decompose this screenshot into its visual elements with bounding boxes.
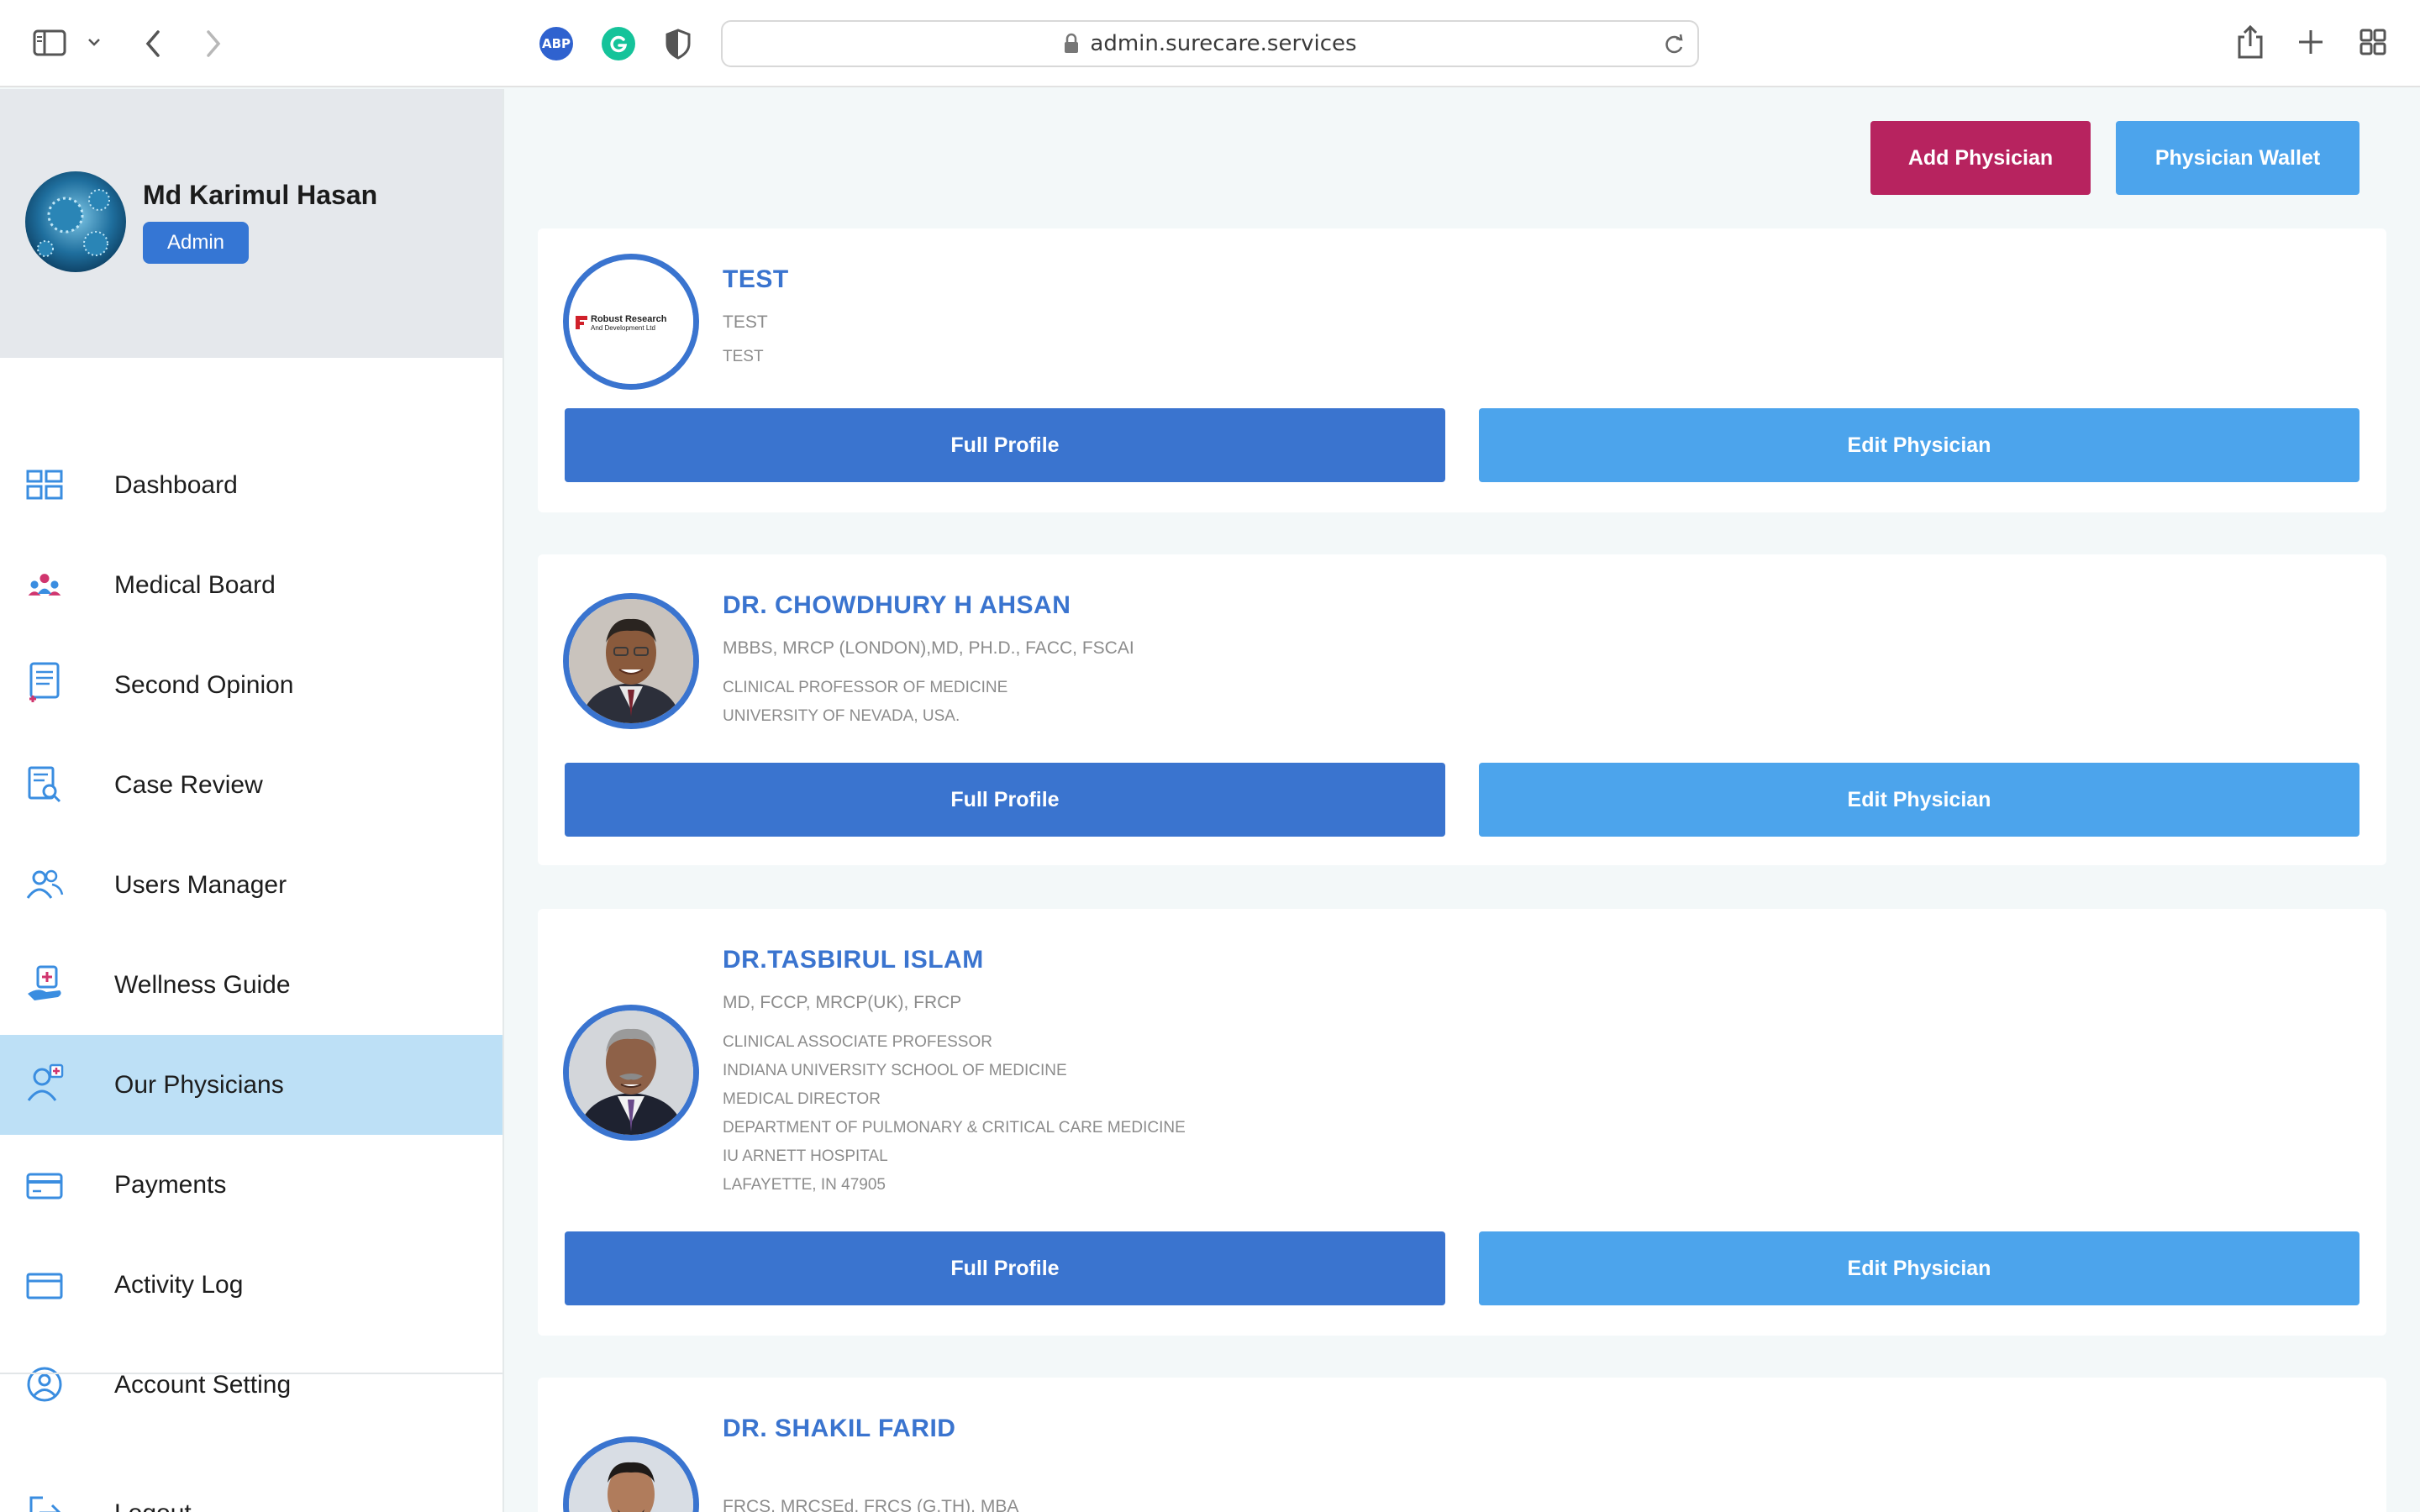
full-profile-button[interactable]: Full Profile [565, 408, 1445, 482]
chevron-down-icon[interactable] [86, 34, 103, 50]
browser-toolbar: ABP admin.surecare.services [0, 0, 2420, 87]
sidebar-item-our-physicians[interactable]: Our Physicians [0, 1035, 502, 1135]
full-profile-button[interactable]: Full Profile [565, 1231, 1445, 1305]
physicians-icon [25, 1063, 64, 1102]
physician-detail-line: CLINICAL ASSOCIATE PROFESSOR [723, 1033, 992, 1051]
physician-detail-line: UNIVERSITY OF NEVADA, USA. [723, 707, 960, 725]
new-tab-icon[interactable] [2296, 27, 2326, 57]
sidebar-item-dashboard[interactable]: Dashboard [0, 435, 502, 535]
dashboard-icon [25, 465, 64, 504]
url-text: admin.surecare.services [1090, 31, 1357, 56]
sidebar-item-label: Second Opinion [114, 670, 294, 699]
physician-name[interactable]: DR. CHOWDHURY H AHSAN [723, 591, 1071, 620]
physician-detail-line: MEDICAL DIRECTOR [723, 1090, 881, 1108]
physician-detail-line: IU ARNETT HOSPITAL [723, 1147, 888, 1165]
sidebar-item-label: Payments [114, 1170, 227, 1199]
physician-photo [563, 1436, 699, 1512]
physician-card: Robust Research And Development Ltd TEST… [538, 228, 2386, 512]
sidebar-item-label: Logout [114, 1499, 192, 1512]
edit-physician-button[interactable]: Edit Physician [1479, 1231, 2360, 1305]
full-profile-button[interactable]: Full Profile [565, 763, 1445, 837]
medical-board-icon [25, 565, 64, 604]
physician-card: DR. CHOWDHURY H AHSAN MBBS, MRCP (LONDON… [538, 554, 2386, 865]
svg-text:Robust Research: Robust Research [591, 314, 667, 324]
sidebar-item-label: Dashboard [114, 470, 238, 499]
physician-card: DR. SHAKIL FARID FRCS, MRCSEd, FRCS (G.T… [538, 1378, 2386, 1512]
sidebar-divider [0, 1373, 502, 1374]
physician-detail-line: DEPARTMENT OF PULMONARY & CRITICAL CARE … [723, 1119, 1186, 1137]
sidebar-item-label: Activity Log [114, 1270, 244, 1299]
grammarly-extension-icon[interactable] [602, 27, 635, 60]
logout-icon [25, 1494, 64, 1512]
sidebar-item-label: Wellness Guide [114, 970, 291, 999]
forward-icon[interactable] [200, 27, 225, 60]
lock-icon [1065, 33, 1079, 53]
physician-degree: MBBS, MRCP (LONDON),MD, PH.D., FACC, FSC… [723, 638, 1134, 658]
activity-log-icon [25, 1267, 64, 1305]
sidebar-item-users-manager[interactable]: Users Manager [0, 835, 502, 935]
sidebar-item-wellness-guide[interactable]: Wellness Guide [0, 935, 502, 1035]
avatar[interactable] [25, 171, 126, 272]
account-icon [25, 1365, 64, 1404]
sidebar-item-medical-board[interactable]: Medical Board [0, 535, 502, 635]
physician-detail-line: TEST [723, 348, 764, 365]
payments-icon [25, 1167, 64, 1205]
physician-detail-line: LAFAYETTE, IN 47905 [723, 1176, 886, 1194]
user-profile-panel: Md Karimul Hasan Admin [0, 89, 502, 358]
physician-degree: FRCS, MRCSEd, FRCS (G.TH), MBA [723, 1497, 1019, 1512]
sidebar-item-label: Case Review [114, 770, 263, 799]
share-icon[interactable] [2235, 24, 2265, 60]
case-review-icon [25, 765, 64, 804]
physician-detail-line: CLINICAL PROFESSOR OF MEDICINE [723, 679, 1008, 696]
role-badge: Admin [143, 222, 249, 264]
physician-detail-line: INDIANA UNIVERSITY SCHOOL OF MEDICINE [723, 1062, 1067, 1079]
physician-name[interactable]: DR.TASBIRUL ISLAM [723, 946, 984, 974]
physician-logo: Robust Research And Development Ltd [563, 254, 699, 390]
back-icon[interactable] [141, 27, 166, 60]
physician-photo [563, 1005, 699, 1141]
adblock-extension-icon[interactable]: ABP [539, 27, 573, 60]
physician-degree: MD, FCCP, MRCP(UK), FRCP [723, 993, 962, 1012]
user-name: Md Karimul Hasan [143, 180, 378, 210]
physician-name[interactable]: TEST [723, 265, 789, 294]
users-icon [25, 865, 64, 904]
sidebar: Md Karimul Hasan Admin Dashboard Medical… [0, 89, 504, 1512]
sidebar-item-account-setting[interactable]: Account Setting [0, 1335, 502, 1435]
physician-wallet-button[interactable]: Physician Wallet [2116, 121, 2360, 195]
edit-physician-button[interactable]: Edit Physician [1479, 763, 2360, 837]
sidebar-item-label: Our Physicians [114, 1070, 284, 1099]
physician-degree: TEST [723, 312, 768, 332]
physician-photo [563, 593, 699, 729]
physician-name[interactable]: DR. SHAKIL FARID [723, 1415, 955, 1443]
edit-physician-button[interactable]: Edit Physician [1479, 408, 2360, 482]
physician-card: DR.TASBIRUL ISLAM MD, FCCP, MRCP(UK), FR… [538, 909, 2386, 1336]
sidebar-item-label: Medical Board [114, 570, 276, 599]
sidebar-item-case-review[interactable]: Case Review [0, 735, 502, 835]
sidebar-toggle-icon[interactable] [32, 27, 69, 60]
wellness-icon [25, 963, 64, 1002]
sidebar-item-activity-log[interactable]: Activity Log [0, 1235, 502, 1335]
address-bar[interactable]: admin.surecare.services [721, 20, 1699, 67]
sidebar-item-label: Account Setting [114, 1370, 292, 1399]
sidebar-item-second-opinion[interactable]: Second Opinion [0, 635, 502, 735]
sidebar-item-payments[interactable]: Payments [0, 1135, 502, 1235]
add-physician-button[interactable]: Add Physician [1870, 121, 2091, 195]
svg-text:And Development Ltd: And Development Ltd [591, 324, 655, 332]
second-opinion-icon [25, 662, 64, 702]
sidebar-item-label: Users Manager [114, 870, 287, 899]
sidebar-item-logout[interactable]: Logout [0, 1463, 502, 1512]
privacy-shield-icon[interactable] [664, 27, 692, 60]
tab-overview-icon[interactable] [2358, 27, 2388, 57]
reload-icon[interactable] [1662, 32, 1686, 57]
